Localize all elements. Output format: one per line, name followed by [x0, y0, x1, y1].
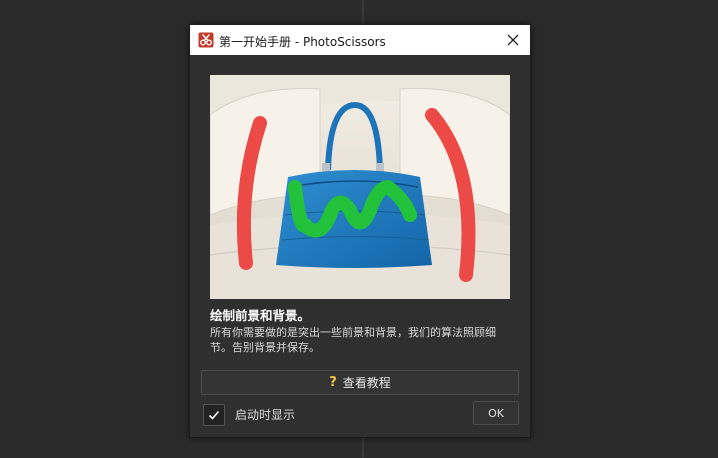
view-tutorial-label: 查看教程 — [342, 376, 391, 390]
checkmark-icon — [208, 410, 220, 420]
question-icon: ? — [329, 375, 337, 390]
photoscissors-app-icon — [198, 32, 214, 48]
handbag-demo-image — [210, 75, 510, 299]
getting-started-dialog: 第一开始手册 - PhotoScissors 绘制前景和背景。 所有你需要做的是… — [189, 24, 531, 438]
window-title: 第一开始手册 - PhotoScissors — [219, 35, 386, 49]
ok-button[interactable]: OK — [473, 401, 519, 425]
close-button[interactable] — [496, 25, 530, 55]
title-bar[interactable]: 第一开始手册 - PhotoScissors — [190, 25, 530, 55]
instruction-heading: 绘制前景和背景。 — [210, 308, 311, 323]
close-icon — [507, 34, 519, 46]
view-tutorial-button[interactable]: ? 查看教程 — [201, 370, 519, 395]
instruction-description: 所有你需要做的是突出一些前景和背景，我们的算法照顾细节。告别背景并保存。 — [210, 326, 496, 354]
demo-illustration — [210, 75, 510, 299]
show-at-startup-label: 启动时显示 — [235, 408, 296, 422]
show-at-startup-checkbox[interactable] — [203, 404, 225, 426]
